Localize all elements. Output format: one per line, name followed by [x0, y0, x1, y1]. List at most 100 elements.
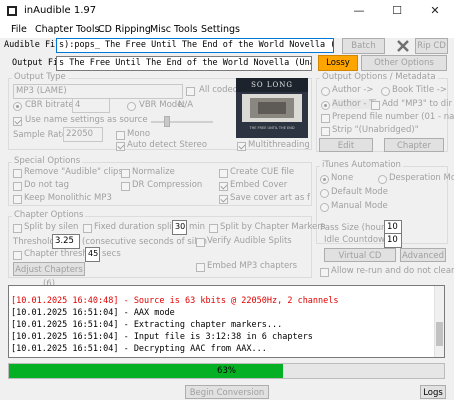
- manual-mode-label: Manual Mode: [331, 201, 388, 211]
- log-scrollbar-thumb[interactable]: [436, 322, 443, 346]
- mono-checkbox[interactable]: [116, 131, 125, 140]
- lossy-label: Lossy: [326, 58, 350, 68]
- virtual-cd-button[interactable]: Virtual CD: [324, 248, 396, 262]
- log-line: [10.01.2025 16:51:04] - Decrypting AAC f…: [11, 344, 267, 354]
- all-codecs-checkbox[interactable]: [186, 87, 195, 96]
- split-by-silence-label: Split by silen: [24, 222, 79, 232]
- add-mp3-label: Add "MP3" to dir: [382, 99, 453, 109]
- menu-chapter-tools[interactable]: Chapter Tools: [35, 24, 99, 35]
- advanced-button[interactable]: Advanced: [400, 248, 446, 262]
- audible-file-input[interactable]: s):pops_ The Free Until The End of the W…: [56, 38, 334, 53]
- log-box[interactable]: [10.01.2025 16:40:48] - Source is 63 kbi…: [8, 285, 445, 358]
- fixed-duration-unit: min: [189, 222, 206, 232]
- output-options-label: Output Options / Metadata: [320, 72, 438, 82]
- format-select[interactable]: MP3 (LAME): [13, 84, 183, 99]
- maximize-button[interactable]: ☐: [378, 0, 416, 22]
- desperation-radio[interactable]: [378, 175, 387, 184]
- normalize-checkbox[interactable]: [121, 169, 130, 178]
- embed-cover-checkbox[interactable]: [219, 182, 228, 191]
- none-radio[interactable]: [320, 175, 329, 184]
- multithreading-label: Multithreading: [248, 140, 310, 150]
- consecutive-label: (consecutive seconds of silen: [82, 237, 208, 247]
- vbr-value: N/A: [178, 100, 194, 110]
- output-type-label: Output Type: [12, 72, 68, 82]
- author-title-radio[interactable]: [321, 101, 330, 110]
- menu-misc-tools[interactable]: Misc Tools: [150, 24, 197, 35]
- fixed-duration-checkbox[interactable]: [83, 224, 92, 233]
- lossy-button[interactable]: Lossy: [318, 55, 358, 71]
- chapter-button[interactable]: Chapter: [384, 138, 444, 152]
- strip-label: Strip "(Unabridged)": [332, 125, 419, 135]
- use-name-label: Use name settings as source: [25, 115, 148, 125]
- use-name-checkbox[interactable]: [13, 117, 22, 126]
- rip-cd-button[interactable]: Rip CD: [415, 38, 448, 54]
- embed-mp3-chapters-checkbox[interactable]: [196, 263, 205, 272]
- quality-slider-thumb[interactable]: [164, 116, 170, 127]
- chapter-thresh-input[interactable]: 45: [85, 247, 100, 262]
- threshold-input[interactable]: 3.25: [52, 234, 80, 249]
- idle-countdown-label: Idle Countdown: [324, 235, 391, 245]
- allow-rerun-checkbox[interactable]: [320, 268, 329, 277]
- log-line: [10.01.2025 16:51:04] - Extracting chapt…: [11, 320, 283, 330]
- create-cue-checkbox[interactable]: [219, 169, 228, 178]
- logs-button[interactable]: Logs: [420, 385, 446, 399]
- manual-mode-radio[interactable]: [320, 203, 329, 212]
- keep-mono-label: Keep Monolithic MP3: [24, 193, 112, 203]
- verify-checkbox[interactable]: [196, 238, 205, 247]
- normalize-label: Normalize: [132, 167, 175, 177]
- auto-detect-checkbox[interactable]: [116, 142, 125, 151]
- add-mp3-checkbox[interactable]: [371, 101, 380, 110]
- begin-conversion-button[interactable]: Begin Conversion: [185, 385, 269, 399]
- other-options-button[interactable]: Other Options: [361, 55, 447, 71]
- do-not-tag-checkbox[interactable]: [13, 182, 22, 191]
- edit-button[interactable]: Edit: [319, 138, 373, 152]
- multithreading-checkbox[interactable]: [237, 142, 246, 151]
- cover-top-text: SO LONG: [251, 81, 293, 89]
- keep-mono-checkbox[interactable]: [13, 195, 22, 204]
- cover-art: SO LONG THE FREE UNTIL THE END: [236, 78, 308, 138]
- cover-bottom-text: THE FREE UNTIL THE END: [249, 126, 295, 130]
- rip-cd-label: Rip CD: [417, 41, 446, 51]
- remove-clips-checkbox[interactable]: [13, 169, 22, 178]
- chapter-thresh-checkbox[interactable]: [13, 251, 22, 260]
- book-title-radio[interactable]: [381, 87, 390, 96]
- cbr-bitrate-select[interactable]: 4: [72, 98, 110, 113]
- close-button[interactable]: ✕: [416, 0, 454, 22]
- menu-bar: File Chapter Tools CD Ripping Misc Tools…: [0, 22, 454, 38]
- dr-compression-checkbox[interactable]: [121, 182, 130, 191]
- prepend-checkbox[interactable]: [321, 114, 330, 123]
- quality-slider-track[interactable]: [151, 121, 213, 123]
- split-by-markers-checkbox[interactable]: [209, 224, 218, 233]
- adjust-chapters-button[interactable]: Adjust Chapters (6): [13, 262, 85, 289]
- cbr-radio[interactable]: [13, 102, 22, 111]
- fixed-duration-input[interactable]: 30: [172, 220, 187, 235]
- menu-settings[interactable]: Settings: [201, 24, 240, 35]
- default-mode-radio[interactable]: [320, 189, 329, 198]
- log-scrollbar[interactable]: [434, 286, 444, 357]
- virtual-cd-label: Virtual CD: [338, 251, 382, 261]
- save-cover-label: Save cover art as f: [230, 193, 310, 203]
- split-by-silence-checkbox[interactable]: [13, 224, 22, 233]
- vbr-radio[interactable]: [127, 102, 136, 111]
- chapter-thresh-unit: secs: [102, 249, 121, 259]
- mono-label: Mono: [127, 129, 151, 139]
- save-cover-checkbox[interactable]: [219, 195, 228, 204]
- tools-icon[interactable]: [396, 39, 410, 53]
- split-by-markers-label: Split by Chapter Markers: [220, 222, 326, 232]
- output-file-input[interactable]: s The Free Until The End of the World No…: [56, 56, 312, 71]
- author-radio[interactable]: [321, 87, 330, 96]
- sample-rate-label: Sample Rate: [13, 130, 68, 140]
- sample-rate-select[interactable]: 22050: [63, 127, 103, 142]
- advanced-label: Advanced: [402, 251, 444, 261]
- special-options-label: Special Options: [12, 156, 83, 166]
- minimize-button[interactable]: —: [340, 0, 378, 22]
- strip-checkbox[interactable]: [321, 127, 330, 136]
- batch-button[interactable]: Batch: [342, 38, 385, 54]
- dr-compression-label: DR Compression: [132, 180, 203, 190]
- create-cue-label: Create CUE file: [230, 167, 295, 177]
- idle-countdown-input[interactable]: 10: [384, 233, 402, 248]
- menu-file[interactable]: File: [11, 24, 27, 35]
- pass-size-label: Pass Size (hours): [320, 223, 393, 233]
- menu-cd-ripping[interactable]: CD Ripping: [98, 24, 151, 35]
- batch-label: Batch: [351, 41, 376, 51]
